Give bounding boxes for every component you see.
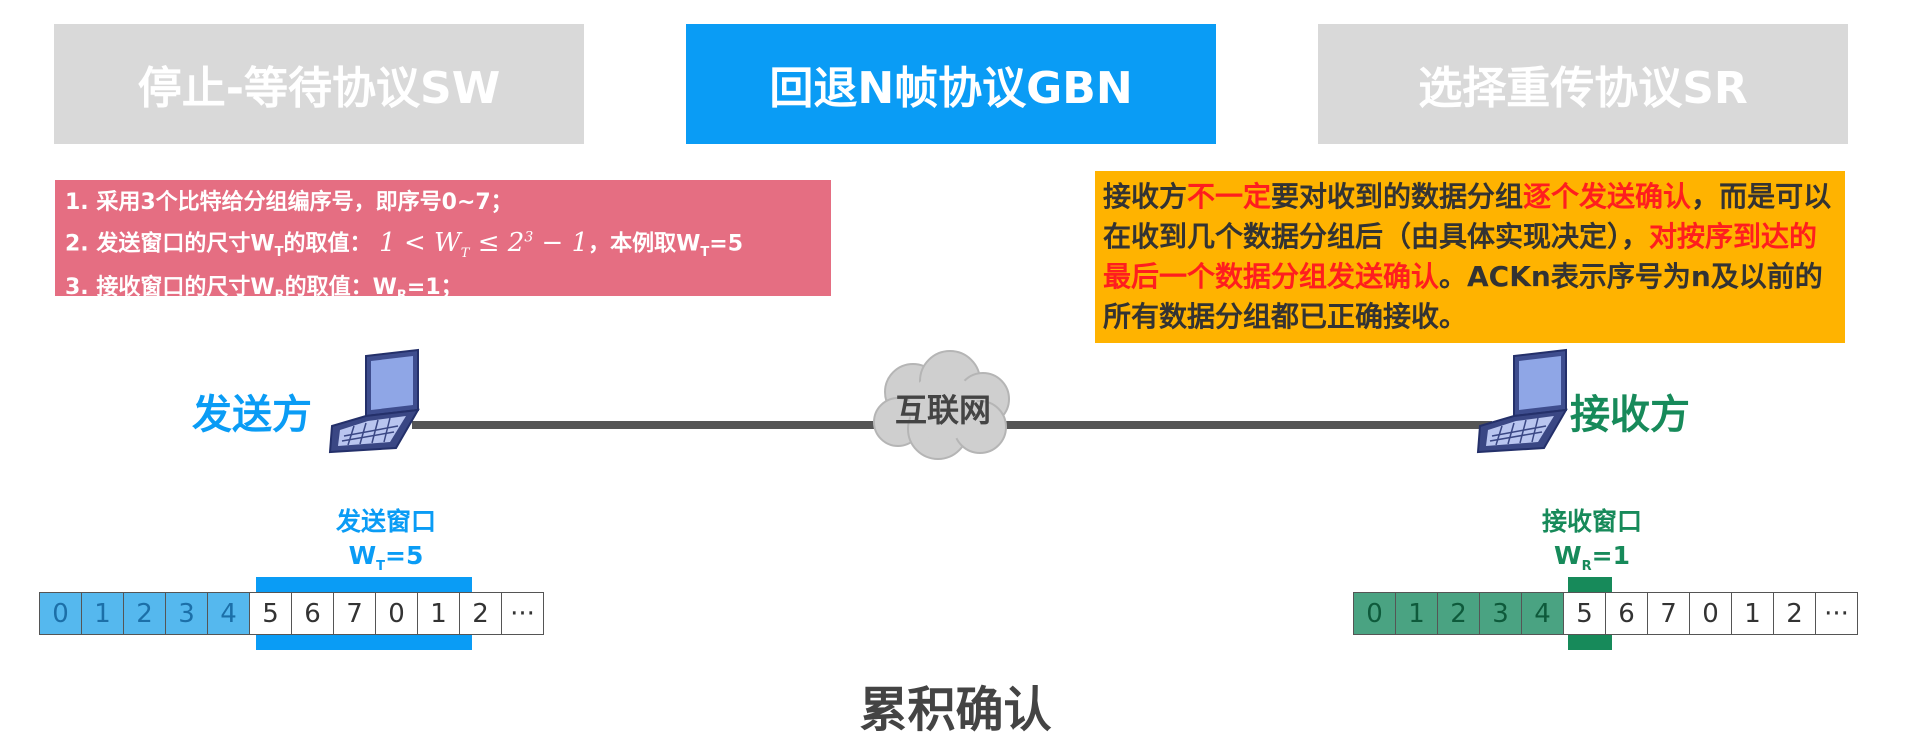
formula-minus: −	[541, 227, 564, 258]
rule-3-sub: R	[274, 288, 285, 304]
send-size-w: W	[348, 541, 377, 570]
send_window-cell: 0	[39, 592, 82, 635]
send-size-value: =5	[385, 541, 424, 570]
note-emphasis-1: 不一定	[1187, 180, 1272, 213]
rule-3-tail: =1；	[406, 274, 463, 300]
send-size-sub: T	[376, 559, 386, 574]
cumulative-ack-note: 接收方不一定要对收到的数据分组逐个发送确认，而是可以在收到几个数据分组后（由具体…	[1095, 171, 1845, 343]
send_window-cell: 0	[375, 592, 418, 635]
internet-label: 互联网	[894, 391, 991, 429]
rule-2-formula: 1 < WT ≤ 23 − 1	[379, 227, 589, 261]
rules-box: 1. 采用3个比特给分组编序号，即序号0~7； 2. 发送窗口的尺寸W T 的取值：…	[55, 180, 831, 303]
receiver-laptop-icon	[1476, 348, 1568, 454]
recv_window-cell: 5	[1563, 592, 1606, 635]
send_window-cell: ···	[501, 592, 544, 635]
recv-sequence: 0 1 2 3 4 5 6 7 0 1 2 ···	[1353, 592, 1858, 635]
cumulative-ack-title: 累积确认	[859, 682, 1052, 738]
send_window-cell: 2	[459, 592, 502, 635]
note-part-1: 接收方	[1103, 180, 1188, 213]
send_window-cell: 7	[333, 592, 376, 635]
rule-2-prefix: 2. 发送窗口的尺寸W	[65, 231, 275, 257]
formula-exp: 3	[524, 229, 534, 245]
recv_window-cell: 7	[1647, 592, 1690, 635]
send-sequence: 0 1 2 3 4 5 6 7 0 1 2 ···	[39, 592, 544, 635]
recv_window-cell: 0	[1353, 592, 1396, 635]
recv_window-cell: 2	[1437, 592, 1480, 635]
recv-size-sub: R	[1581, 559, 1592, 574]
send_window-cell: 3	[165, 592, 208, 635]
recv_window-cell: 3	[1479, 592, 1522, 635]
recv_window-cell: 2	[1773, 592, 1816, 635]
recv-size-w: W	[1554, 541, 1582, 570]
send-window-label: 发送窗口	[335, 507, 436, 536]
receiver-label: 接收方	[1570, 392, 1690, 438]
send_window-cell: 1	[417, 592, 460, 635]
recv_window-cell: 1	[1731, 592, 1774, 635]
recv_window-cell: 4	[1521, 592, 1564, 635]
rule-3: 3. 接收窗口的尺寸WR的取值：WR=1；	[65, 271, 821, 313]
formula-one: 1	[379, 227, 396, 258]
rule-2-tail: ，本例取W	[588, 231, 701, 257]
send_window-cell: 1	[81, 592, 124, 635]
tab-stop-and-wait[interactable]: 停止-等待协议SW	[54, 24, 584, 144]
send_window-cell: 2	[123, 592, 166, 635]
rule-3-mid: 的取值：W	[284, 274, 397, 300]
rule-2-tail-value: =5	[709, 231, 744, 257]
send_window-cell: 5	[249, 592, 292, 635]
rule-3-prefix: 3. 接收窗口的尺寸W	[65, 274, 275, 300]
formula-w-sub: T	[460, 245, 470, 261]
recv-size-value: =1	[1591, 541, 1630, 570]
formula-le: ≤	[477, 227, 500, 258]
recv-window-label: 接收窗口	[1541, 507, 1642, 536]
recv_window-cell: ···	[1815, 592, 1858, 635]
recv_window-cell: 1	[1395, 592, 1438, 635]
note-part-3: 要对收到的数据分组	[1271, 180, 1524, 213]
formula-w: W	[434, 227, 461, 258]
formula-two: 2	[507, 227, 525, 258]
note-emphasis-2: 逐个发送确认	[1523, 180, 1692, 213]
recv_window-cell: 6	[1605, 592, 1648, 635]
rule-2: 2. 发送窗口的尺寸WT的取值： 1 < WT ≤ 23 − 1，本例取WT=5	[65, 220, 821, 271]
sender-laptop-icon	[328, 348, 420, 454]
send_window-cell: 6	[291, 592, 334, 635]
rule-1: 1. 采用3个比特给分组编序号，即序号0~7；	[65, 186, 821, 220]
recv-window-title: 接收窗口 WR=1	[1482, 505, 1702, 584]
rule-1-text: 1. 采用3个比特给分组编序号，即序号0~7；	[65, 190, 513, 215]
formula-one-b: 1	[571, 227, 589, 258]
sender-label: 发送方	[192, 392, 312, 438]
tab-go-back-n[interactable]: 回退N帧协议GBN	[686, 24, 1216, 144]
rule-2-mid: 的取值：	[283, 231, 372, 257]
formula-lt: <	[403, 227, 426, 258]
rule-2-tail-sub: T	[700, 245, 710, 261]
tab-selective-repeat[interactable]: 选择重传协议SR	[1318, 24, 1848, 144]
rule-3-sub2: R	[396, 288, 407, 304]
recv_window-cell: 0	[1689, 592, 1732, 635]
send-window-title: 发送窗口 WT=5	[276, 505, 496, 584]
send_window-cell: 4	[207, 592, 250, 635]
